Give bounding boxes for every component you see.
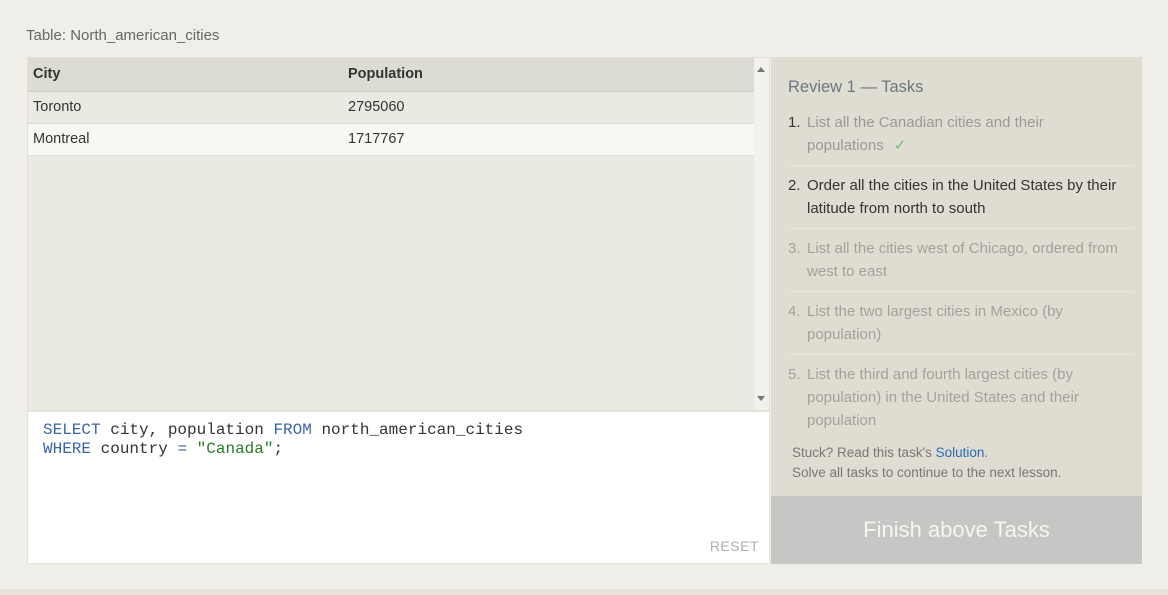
help-line-1: Stuck? Read this task's Solution. xyxy=(792,443,1132,463)
table-cell: Montreal xyxy=(28,123,343,156)
sql-editor[interactable]: SELECT city, population FROM north_ameri… xyxy=(27,411,770,564)
task-item-2: 2. Order all the cities in the United St… xyxy=(788,165,1135,228)
task-label: Order all the cities in the United State… xyxy=(807,177,1117,217)
sql-text: city, population xyxy=(100,421,274,439)
table-cell: 1717767 xyxy=(343,123,755,156)
task-label: List all the Canadian cities and their p… xyxy=(807,114,1044,154)
tasks-panel: Review 1 — Tasks 1. List all the Canadia… xyxy=(771,57,1142,496)
task-list: 1. List all the Canadian cities and thei… xyxy=(788,111,1135,440)
page-bottom-divider xyxy=(0,589,1168,595)
help-suffix: . xyxy=(984,445,989,460)
sql-text: ; xyxy=(273,440,284,458)
results-scrollbar[interactable] xyxy=(754,58,769,410)
task-number: 1. xyxy=(788,114,801,131)
help-line-2: Solve all tasks to continue to the next … xyxy=(792,465,1062,480)
table-row: Toronto 2795060 xyxy=(28,91,755,124)
task-label: List the third and fourth largest cities… xyxy=(807,366,1079,429)
scroll-down-arrow-icon[interactable] xyxy=(757,396,765,401)
sql-text: north_american_cities xyxy=(311,421,524,439)
task-number: 4. xyxy=(788,303,801,320)
sql-code[interactable]: SELECT city, population FROM north_ameri… xyxy=(43,421,523,459)
task-number: 2. xyxy=(788,177,801,194)
reset-button[interactable]: RESET xyxy=(710,538,759,554)
column-header-population: Population xyxy=(343,58,755,92)
task-item-5: 5. List the third and fourth largest cit… xyxy=(788,354,1135,440)
sql-string: "Canada" xyxy=(196,440,274,458)
table-caption: Table: North_american_cities xyxy=(26,27,220,44)
task-text: List all the Canadian cities and their p… xyxy=(807,111,1135,157)
finish-tasks-button[interactable]: Finish above Tasks xyxy=(771,496,1142,564)
sql-text: country xyxy=(91,440,178,458)
sql-keyword: FROM xyxy=(273,421,312,439)
sql-operator: = xyxy=(177,440,188,458)
table-cell: 2795060 xyxy=(343,91,755,124)
tasks-title: Review 1 — Tasks xyxy=(788,78,924,96)
sql-keyword: SELECT xyxy=(43,421,101,439)
task-item-3: 3. List all the cities west of Chicago, … xyxy=(788,228,1135,291)
scroll-up-arrow-icon[interactable] xyxy=(757,67,765,72)
table-cell: Toronto xyxy=(28,91,343,124)
help-text: Stuck? Read this task's Solution. Solve … xyxy=(792,443,1132,483)
task-number: 5. xyxy=(788,366,801,383)
solution-link[interactable]: Solution xyxy=(936,445,985,460)
task-item-1: 1. List all the Canadian cities and thei… xyxy=(788,111,1135,165)
task-label: List the two largest cities in Mexico (b… xyxy=(807,303,1063,343)
table-header-row: City Population xyxy=(28,58,755,92)
results-table: City Population Toronto 2795060 Montreal… xyxy=(28,58,755,156)
task-number: 3. xyxy=(788,240,801,257)
table-row: Montreal 1717767 xyxy=(28,123,755,156)
column-header-city: City xyxy=(28,58,343,92)
sql-keyword: WHERE xyxy=(43,440,92,458)
results-panel: City Population Toronto 2795060 Montreal… xyxy=(27,57,770,411)
task-label: List all the cities west of Chicago, ord… xyxy=(807,240,1118,280)
task-item-4: 4. List the two largest cities in Mexico… xyxy=(788,291,1135,354)
help-prefix: Stuck? Read this task's xyxy=(792,445,936,460)
check-icon: ✓ xyxy=(893,137,907,154)
